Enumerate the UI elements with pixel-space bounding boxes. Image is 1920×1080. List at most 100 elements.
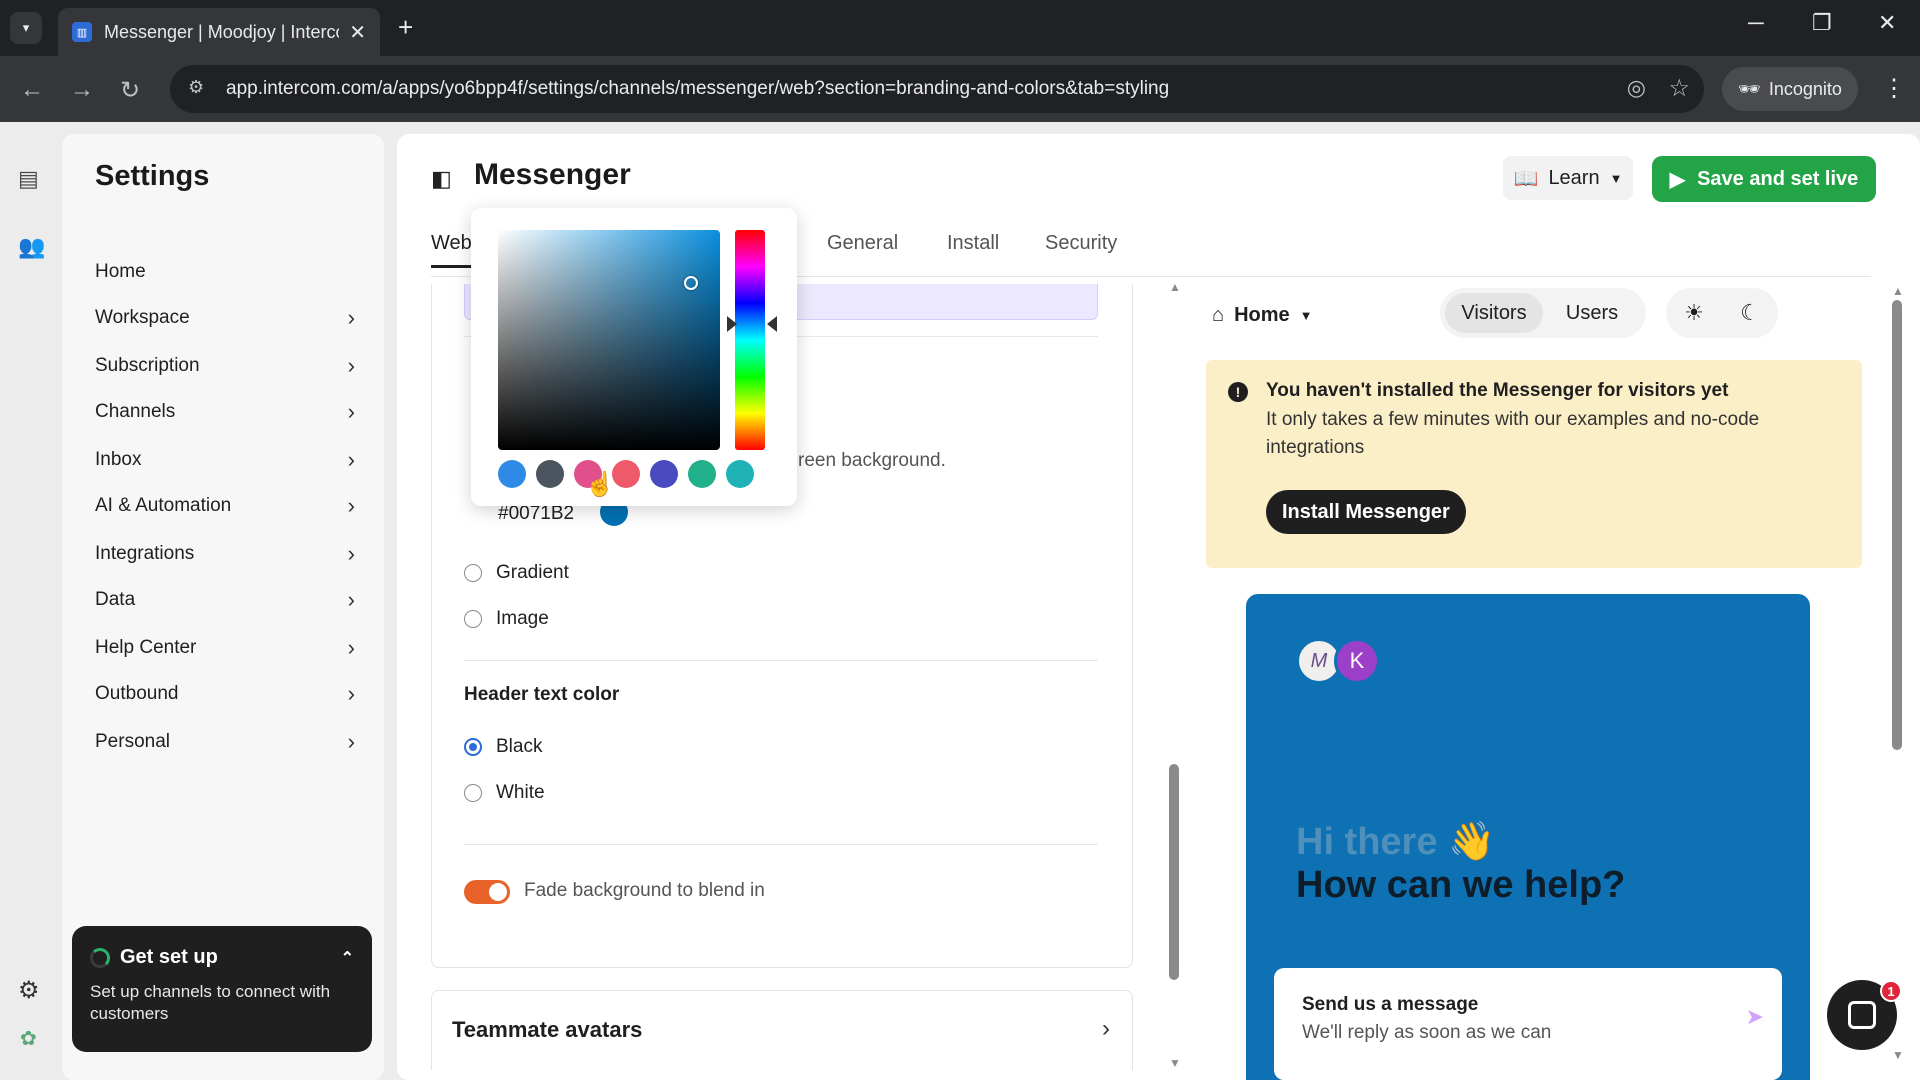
color-picker-handle[interactable] (684, 276, 698, 290)
help-text: How can we help? (1296, 864, 1626, 906)
preset-swatch[interactable] (536, 460, 564, 488)
hue-slider[interactable] (735, 230, 765, 450)
preset-swatch[interactable] (650, 460, 678, 488)
tab-search-button[interactable]: ▾ (10, 12, 42, 44)
sidebar-item-home[interactable]: Home (95, 252, 355, 292)
radio-white[interactable]: White (464, 782, 545, 804)
sidebar-item-data[interactable]: Data › (95, 580, 355, 620)
eye-off-icon[interactable]: ◎ (1627, 75, 1646, 101)
scroll-down-icon[interactable]: ▼ (1892, 1048, 1904, 1062)
sidebar-item-integrations[interactable]: Integrations › (95, 534, 355, 574)
status-icon[interactable]: ✿ (20, 1026, 37, 1051)
teammate-avatars-section[interactable]: Teammate avatars › (431, 990, 1133, 1070)
radio-button[interactable] (464, 610, 482, 628)
sidebar-item-label: Inbox (95, 449, 142, 470)
moon-icon[interactable]: ☾ (1740, 300, 1760, 326)
sidebar-item-label: Home (95, 261, 146, 282)
radio-black[interactable]: Black (464, 736, 542, 758)
restore-icon[interactable]: ❐ (1812, 10, 1832, 36)
sidebar-item-inbox[interactable]: Inbox › (95, 440, 355, 480)
preset-swatch[interactable] (688, 460, 716, 488)
bookmark-star-icon[interactable]: ☆ (1668, 74, 1690, 103)
banner-subtitle: It only takes a few minutes with our exa… (1266, 409, 1760, 458)
preview-home-dropdown[interactable]: ⌂ Home ▼ (1212, 294, 1338, 336)
save-and-set-live-button[interactable]: ▶ Save and set live (1652, 156, 1876, 202)
divider (464, 844, 1098, 845)
tab-install[interactable]: Install (947, 232, 999, 255)
settings-gear-icon[interactable]: ⚙ (18, 976, 40, 1005)
get-set-up-widget[interactable]: Get set up ⌃ Set up channels to connect … (72, 926, 372, 1052)
reload-icon[interactable]: ↻ (120, 76, 140, 105)
sun-icon[interactable]: ☀ (1684, 300, 1704, 326)
chat-icon (1848, 1001, 1876, 1029)
sidebar-item-subscription[interactable]: Subscription › (95, 346, 355, 386)
incognito-badge[interactable]: 🕶 Incognito (1722, 67, 1858, 111)
saturation-value-area[interactable] (498, 230, 720, 450)
chevron-right-icon: › (347, 587, 355, 612)
teammate-avatars-title: Teammate avatars (452, 1017, 643, 1042)
preset-swatch[interactable] (498, 460, 526, 488)
get-set-up-title: Get set up (120, 946, 218, 968)
chevron-right-icon: › (347, 635, 355, 660)
scrollbar-thumb[interactable] (1892, 300, 1902, 750)
messenger-preview: ⌂ Home ▼ Visitors Users ☀ ☾ ! You haven'… (1194, 280, 1920, 1080)
page-title: Messenger (474, 158, 631, 191)
sidebar-toggle-icon[interactable]: ◧ (431, 166, 452, 192)
sidebar-item-personal[interactable]: Personal › (95, 722, 355, 762)
contacts-rail-icon[interactable]: 👥 (18, 234, 45, 260)
install-messenger-button[interactable]: Install Messenger (1266, 490, 1466, 534)
tab-security[interactable]: Security (1045, 232, 1117, 255)
radio-button-selected[interactable] (464, 738, 482, 756)
incognito-icon: 🕶 (1738, 78, 1761, 99)
inbox-rail-icon[interactable]: ▤ (18, 166, 39, 192)
forward-icon[interactable]: → (70, 76, 94, 104)
collapse-caret-icon[interactable]: ⌃ (341, 948, 354, 968)
browser-tab[interactable]: ▥ Messenger | Moodjoy | Intercom ✕ (58, 8, 380, 56)
minimize-icon[interactable]: ─ (1748, 10, 1764, 36)
browser-menu-icon[interactable]: ⋮ (1882, 74, 1906, 103)
learn-label: Learn (1548, 166, 1600, 189)
hex-value: #0071B2 (498, 503, 575, 524)
scroll-up-icon[interactable]: ▲ (1892, 284, 1904, 298)
new-tab-button[interactable]: + (398, 12, 413, 43)
radio-button[interactable] (464, 784, 482, 802)
send-message-card[interactable]: Send us a message We'll reply as soon as… (1274, 968, 1782, 1080)
scrollbar-thumb[interactable] (1169, 764, 1179, 980)
sidebar-item-channels[interactable]: Channels › (95, 392, 355, 432)
users-tab[interactable]: Users (1543, 293, 1641, 333)
chevron-right-icon: › (347, 447, 355, 472)
fade-background-toggle[interactable] (464, 880, 510, 904)
sidebar-item-ai-automation[interactable]: AI & Automation › (95, 486, 355, 526)
settings-scrollbar[interactable]: ▲ ▼ (1169, 280, 1181, 1072)
scroll-up-icon[interactable]: ▲ (1169, 280, 1181, 294)
preset-swatch[interactable] (612, 460, 640, 488)
save-label: Save and set live (1697, 167, 1859, 190)
chevron-right-icon: › (347, 353, 355, 378)
window-close-icon[interactable]: ✕ (1878, 10, 1896, 36)
radio-image[interactable]: Image (464, 608, 549, 630)
sidebar-item-workspace[interactable]: Workspace › (95, 298, 355, 338)
sidebar-item-label: Workspace (95, 307, 190, 328)
radio-button[interactable] (464, 564, 482, 582)
tab-title: Messenger | Moodjoy | Intercom (104, 21, 340, 42)
radio-gradient[interactable]: Gradient (464, 562, 569, 584)
sidebar-item-outbound[interactable]: Outbound › (95, 674, 355, 714)
preset-colors (498, 460, 754, 488)
sidebar-item-label: Channels (95, 401, 176, 422)
hand-cursor-icon: ☝ (585, 471, 615, 498)
preview-scrollbar[interactable]: ▲ ▼ (1892, 284, 1904, 1064)
address-bar[interactable]: ⚙ app.intercom.com/a/apps/yo6bpp4f/setti… (170, 65, 1704, 113)
tab-web[interactable]: Web (431, 232, 472, 268)
visitors-tab[interactable]: Visitors (1445, 293, 1543, 333)
close-tab-icon[interactable]: ✕ (349, 20, 366, 45)
preset-swatch[interactable] (726, 460, 754, 488)
back-icon[interactable]: ← (20, 76, 44, 104)
tab-general[interactable]: General (827, 232, 898, 255)
hue-handle-left[interactable] (727, 316, 737, 332)
scroll-down-icon[interactable]: ▼ (1169, 1056, 1181, 1070)
sidebar-item-help-center[interactable]: Help Center › (95, 628, 355, 668)
learn-button[interactable]: 📖 Learn ▼ (1503, 156, 1633, 200)
hue-handle-right[interactable] (767, 316, 777, 332)
sidebar-item-label: AI & Automation (95, 495, 232, 516)
site-info-icon[interactable]: ⚙ (188, 77, 204, 98)
